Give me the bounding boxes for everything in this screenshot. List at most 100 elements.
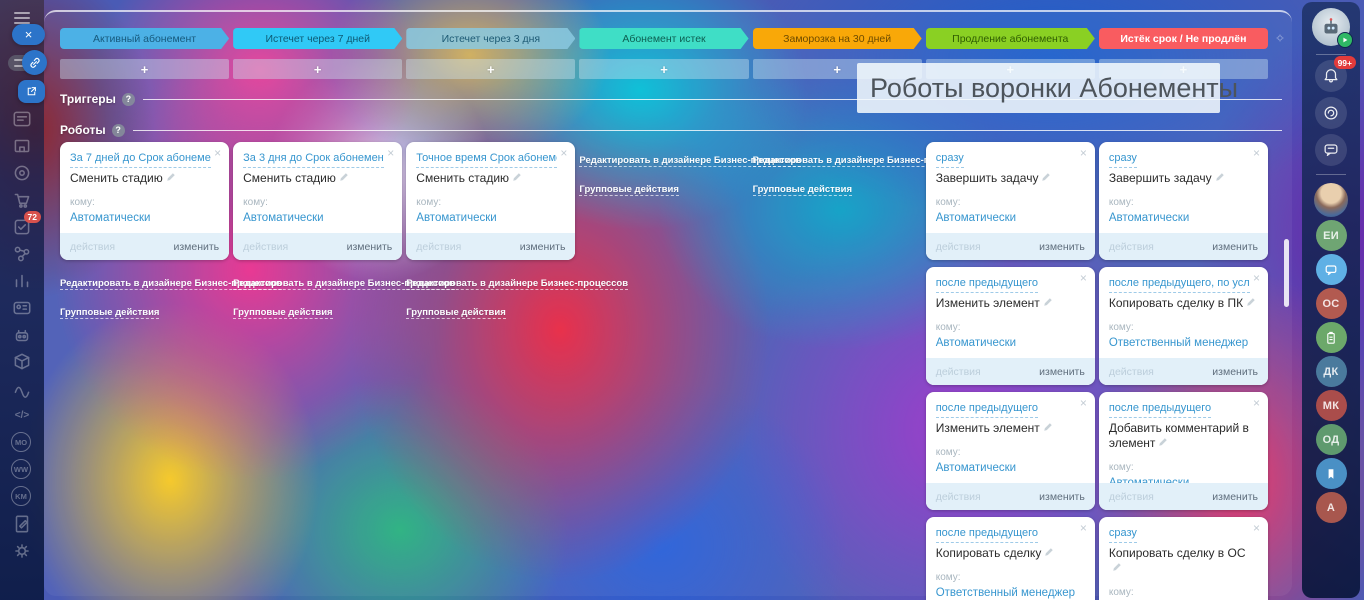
- chat-avatar-os[interactable]: ОС: [1315, 288, 1347, 319]
- assignee-link[interactable]: Автоматически: [416, 212, 496, 224]
- actions-button[interactable]: действия: [1109, 241, 1154, 253]
- chat-avatar-a[interactable]: А: [1315, 492, 1347, 523]
- robot-icon[interactable]: [11, 324, 33, 346]
- id-card-icon[interactable]: [11, 297, 33, 319]
- edit-pencil-icon[interactable]: [339, 171, 349, 186]
- open-new-window-button[interactable]: [18, 80, 45, 103]
- robot-card[interactable]: × после предыдущего Добавить комментарий…: [1098, 392, 1268, 510]
- vertical-scrollbar[interactable]: [1284, 239, 1289, 307]
- close-menu-button[interactable]: ×: [12, 24, 45, 45]
- robot-trigger-link[interactable]: после предыдущего: [935, 401, 1038, 418]
- play-badge-icon[interactable]: [1337, 32, 1353, 48]
- robot-card[interactable]: × За 7 дней до Срок абонемента до Сменит…: [60, 142, 230, 260]
- assignee-link[interactable]: Ответственный менеджер: [936, 587, 1075, 599]
- robot-trigger-link[interactable]: после предыдущего, по условию: [1108, 276, 1250, 293]
- robot-trigger-link[interactable]: сразу: [1108, 151, 1137, 168]
- stage-freeze-30-days[interactable]: Заморозка на 30 дней: [753, 28, 922, 49]
- user-avatar[interactable]: [1314, 183, 1348, 217]
- edit-button[interactable]: изменить: [1212, 241, 1258, 253]
- group-circle-ww[interactable]: WW: [11, 459, 33, 481]
- edit-button[interactable]: изменить: [1212, 491, 1258, 503]
- group-actions-link[interactable]: Групповые действия: [406, 307, 506, 319]
- assignee-link[interactable]: Автоматически: [1109, 212, 1189, 224]
- edit-pencil-icon[interactable]: [1043, 296, 1053, 311]
- add-robot-button[interactable]: +: [406, 59, 576, 79]
- copy-link-button[interactable]: [22, 50, 47, 75]
- cart-icon[interactable]: [11, 189, 33, 211]
- robot-card[interactable]: × сразу Завершить задачу кому: Автоматич…: [925, 142, 1095, 260]
- edit-pencil-icon[interactable]: [1246, 296, 1256, 311]
- robot-trigger-link[interactable]: За 3 дня до Срок абонемента до: [243, 151, 385, 168]
- close-icon[interactable]: ×: [560, 147, 567, 159]
- robot-trigger-link[interactable]: сразу: [935, 151, 964, 168]
- edit-button[interactable]: изменить: [1039, 491, 1085, 503]
- chat-avatar-dk[interactable]: ДК: [1315, 356, 1347, 387]
- edit-pencil-icon[interactable]: [166, 171, 176, 186]
- feed-icon[interactable]: [11, 108, 33, 130]
- clipboard-channel-icon[interactable]: [1315, 322, 1347, 353]
- robot-trigger-link[interactable]: сразу: [1108, 526, 1137, 543]
- group-actions-link[interactable]: Групповые действия: [579, 184, 679, 196]
- help-icon[interactable]: ?: [121, 92, 135, 106]
- stage-expires-3-days[interactable]: Истечет через 3 дня: [406, 28, 575, 49]
- edit-button[interactable]: изменить: [1212, 366, 1258, 378]
- stage-expires-7-days[interactable]: Истечет через 7 дней: [233, 28, 402, 49]
- robot-trigger-link[interactable]: после предыдущего: [935, 276, 1038, 293]
- close-icon[interactable]: ×: [1253, 397, 1260, 409]
- actions-button[interactable]: действия: [936, 241, 981, 253]
- notifications-button[interactable]: 99+: [1315, 56, 1356, 92]
- code-icon[interactable]: </>: [11, 405, 33, 427]
- robot-card[interactable]: × За 3 дня до Срок абонемента до Сменить…: [233, 142, 403, 260]
- robot-trigger-link[interactable]: Точное время Срок абонемента до: [416, 151, 558, 168]
- doc-edit-icon[interactable]: [11, 513, 33, 535]
- building-icon[interactable]: [11, 135, 33, 157]
- robot-card[interactable]: × сразу Копировать сделку в ОС кому: Авт…: [1098, 517, 1268, 600]
- assignee-link[interactable]: Автоматически: [936, 212, 1016, 224]
- tasks-icon[interactable]: 72: [11, 211, 41, 238]
- stage-settings-icon[interactable]: [1273, 31, 1287, 45]
- close-icon[interactable]: ×: [1253, 272, 1260, 284]
- edit-button[interactable]: изменить: [173, 241, 219, 253]
- chat-avatar-mk[interactable]: МК: [1315, 390, 1347, 421]
- edit-pencil-icon[interactable]: [1112, 561, 1122, 576]
- gear-icon[interactable]: [11, 540, 33, 562]
- assignee-link[interactable]: Автоматически: [243, 212, 323, 224]
- stage-expired[interactable]: Абонемент истек: [579, 28, 748, 49]
- robot-trigger-link[interactable]: после предыдущего: [935, 526, 1038, 543]
- actions-button[interactable]: действия: [243, 241, 288, 253]
- group-actions-link[interactable]: Групповые действия: [233, 307, 333, 319]
- waves-icon[interactable]: [11, 378, 33, 400]
- chat-avatar-od[interactable]: ОД: [1315, 424, 1347, 455]
- robot-card[interactable]: × после предыдущего Изменить элемент ком…: [925, 392, 1095, 510]
- close-icon[interactable]: ×: [214, 147, 221, 159]
- robot-card[interactable]: × после предыдущего, по условию Копирова…: [1098, 267, 1268, 385]
- actions-button[interactable]: действия: [1109, 491, 1154, 503]
- assignee-link[interactable]: Автоматически: [70, 212, 150, 224]
- edit-button[interactable]: изменить: [1039, 241, 1085, 253]
- stage-renewal[interactable]: Продление абонемента: [926, 28, 1095, 49]
- robot-card[interactable]: × Точное время Срок абонемента до Сменит…: [406, 142, 576, 260]
- group-circle-mo[interactable]: MO: [11, 432, 33, 454]
- add-robot-button[interactable]: +: [60, 59, 230, 79]
- actions-button[interactable]: действия: [1109, 366, 1154, 378]
- close-icon[interactable]: ×: [387, 147, 394, 159]
- robot-trigger-link[interactable]: За 7 дней до Срок абонемента до: [70, 151, 212, 168]
- target-icon[interactable]: [11, 162, 33, 184]
- edit-pencil-icon[interactable]: [1158, 436, 1168, 451]
- chat-channel-icon[interactable]: [1315, 254, 1347, 285]
- close-icon[interactable]: ×: [1253, 522, 1260, 534]
- close-icon[interactable]: ×: [1080, 147, 1087, 159]
- actions-button[interactable]: действия: [936, 366, 981, 378]
- edit-button[interactable]: изменить: [1039, 366, 1085, 378]
- edit-pencil-icon[interactable]: [1215, 171, 1225, 186]
- assignee-link[interactable]: Автоматически: [936, 337, 1016, 349]
- edit-pencil-icon[interactable]: [1043, 421, 1053, 436]
- actions-button[interactable]: действия: [70, 241, 115, 253]
- copilot-button[interactable]: [1315, 97, 1347, 129]
- chart-icon[interactable]: [11, 270, 33, 292]
- edit-pencil-icon[interactable]: [1041, 171, 1051, 186]
- robot-card[interactable]: × сразу Завершить задачу кому: Автоматич…: [1098, 142, 1268, 260]
- group-actions-link[interactable]: Групповые действия: [60, 307, 160, 319]
- group-actions-link[interactable]: Групповые действия: [752, 184, 853, 196]
- robot-card[interactable]: × после предыдущего Изменить элемент ком…: [925, 267, 1095, 385]
